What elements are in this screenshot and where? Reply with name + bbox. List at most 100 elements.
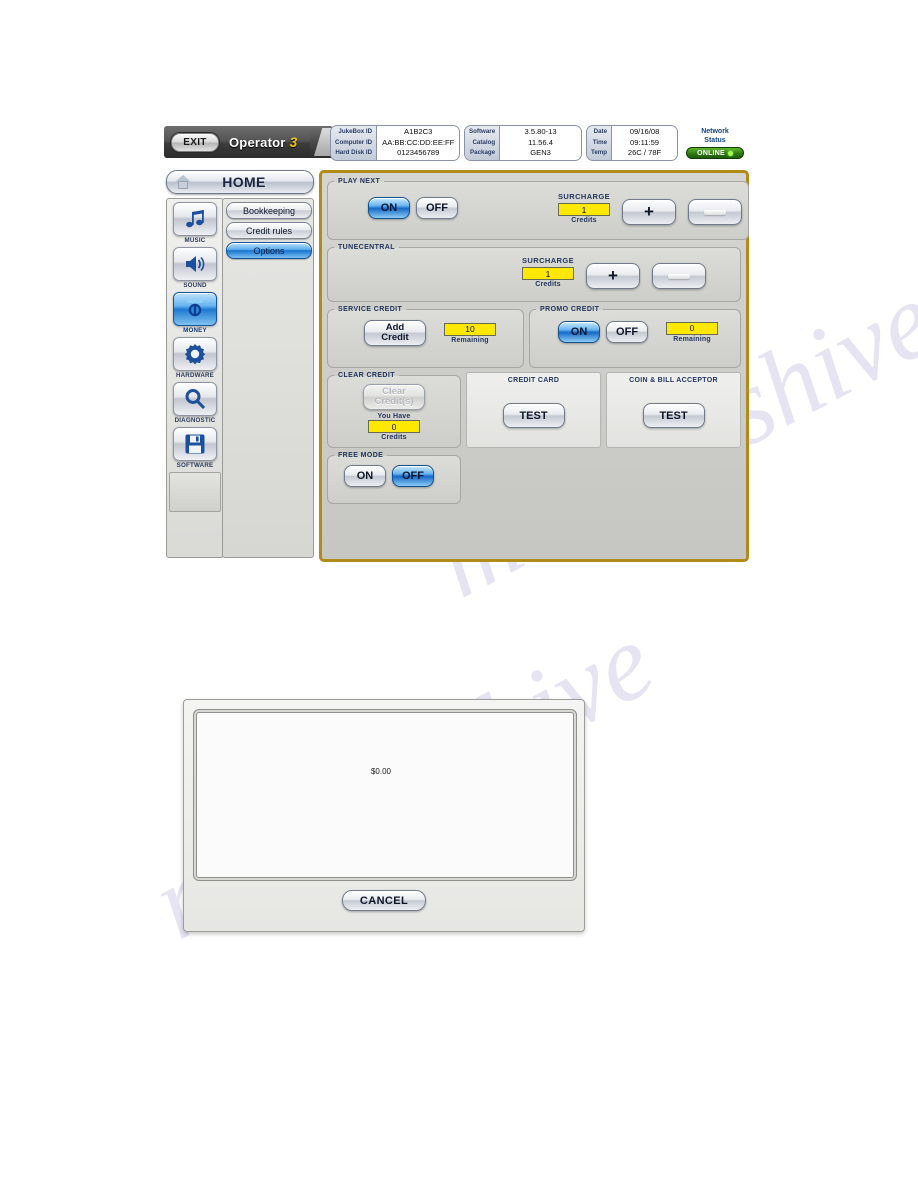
service-credit-title: SERVICE CREDIT bbox=[338, 306, 403, 313]
you-have-unit: Credits bbox=[381, 434, 407, 441]
you-have-value: 0 bbox=[368, 420, 420, 433]
promo-credit-unit: Remaining bbox=[673, 335, 711, 343]
coin-bill-test-button[interactable]: TEST bbox=[642, 403, 705, 428]
clear-credit-title: CLEAR CREDIT bbox=[338, 372, 395, 379]
sidebar-label-sound: SOUND bbox=[183, 282, 207, 289]
jukebox-id-key: JukeBox ID bbox=[338, 128, 373, 136]
network-status-label-1: Network bbox=[701, 128, 729, 135]
play-next-surcharge-field: SURCHARGE 1 Credits bbox=[558, 192, 610, 224]
add-credit-label-2: Credit bbox=[381, 332, 409, 343]
play-next-off-button[interactable]: OFF bbox=[416, 197, 458, 219]
coin-bill-group: COIN & BILL ACCEPTOR TEST bbox=[606, 372, 741, 448]
credit-row: SERVICE CREDIT Add Credit 10 Remaining P… bbox=[327, 306, 741, 368]
play-next-minus-button[interactable] bbox=[688, 199, 742, 225]
options-panel: PLAY NEXT ON OFF SURCHARGE 1 Credits + T… bbox=[319, 170, 749, 562]
sidebar-label-diagnostic: DIAGNOSTIC bbox=[174, 417, 216, 424]
exit-button[interactable]: EXIT bbox=[171, 132, 219, 152]
computer-id-key: Computer ID bbox=[335, 138, 373, 146]
service-credit-value: 10 bbox=[444, 322, 496, 336]
credit-card-group: CREDIT CARD TEST bbox=[466, 372, 601, 448]
software-key: Software bbox=[469, 128, 496, 136]
status-dot-icon bbox=[727, 150, 733, 156]
software-info-box: Software Catalog Package 3.5.80-13 11.56… bbox=[464, 125, 582, 161]
coin-bill-title: COIN & BILL ACCEPTOR bbox=[629, 377, 718, 384]
promo-credit-on-button[interactable]: ON bbox=[558, 321, 601, 343]
hard-disk-id-key: Hard Disk ID bbox=[335, 149, 373, 157]
play-next-title: PLAY NEXT bbox=[338, 178, 381, 185]
date-key: Date bbox=[593, 128, 608, 136]
datetime-values: 09/16/08 09:11:59 26C / 78F bbox=[612, 126, 677, 160]
tunecentral-minus-button[interactable] bbox=[652, 263, 706, 289]
sidebar-item-money[interactable]: MONEY bbox=[169, 292, 221, 334]
network-status-text: ONLINE bbox=[697, 149, 725, 157]
clear-credit-group: CLEAR CREDIT Clear Credit(s) You Have 0 … bbox=[327, 372, 461, 448]
software-value: 3.5.80-13 bbox=[524, 127, 557, 137]
free-mode-title: FREE MODE bbox=[338, 452, 384, 459]
you-have-label: You Have bbox=[377, 413, 411, 420]
promo-credit-group: PROMO CREDIT ON OFF 0 Remaining bbox=[529, 306, 741, 368]
music-note-icon bbox=[173, 202, 217, 236]
payment-dialog-footer: CANCEL bbox=[193, 890, 575, 911]
promo-credit-title: PROMO CREDIT bbox=[540, 306, 600, 313]
package-value: GEN3 bbox=[530, 148, 551, 158]
sidebar-label-money: MONEY bbox=[183, 327, 207, 334]
cancel-button[interactable]: CANCEL bbox=[342, 890, 426, 911]
temp-value: 26C / 78F bbox=[627, 148, 662, 158]
package-key: Package bbox=[470, 149, 496, 157]
software-values: 3.5.80-13 11.56.4 GEN3 bbox=[500, 126, 581, 160]
sidebar-item-diagnostic[interactable]: DIAGNOSTIC bbox=[169, 382, 221, 424]
clear-credits-button[interactable]: Clear Credit(s) bbox=[363, 384, 425, 410]
payment-amount: $0.00 bbox=[370, 766, 392, 776]
play-next-surcharge-title: SURCHARGE bbox=[558, 192, 610, 201]
clear-credits-label-2: Credit(s) bbox=[374, 396, 414, 407]
sidebar-item-music[interactable]: MUSIC bbox=[169, 202, 221, 244]
tunecentral-group: TUNECENTRAL SURCHARGE 1 Credits + bbox=[327, 244, 741, 302]
submenu-item-options[interactable]: Options bbox=[226, 242, 312, 259]
service-credit-unit: Remaining bbox=[451, 336, 489, 344]
sidebar-item-sound[interactable]: SOUND bbox=[169, 247, 221, 289]
operator-title: Operator bbox=[229, 134, 286, 150]
sidebar-item-hardware[interactable]: HARDWARE bbox=[169, 337, 221, 379]
header-left-block: EXIT Operator 3 bbox=[164, 126, 310, 158]
sidebar-item-software[interactable]: SOFTWARE bbox=[169, 427, 221, 469]
home-button-label: HOME bbox=[222, 174, 266, 190]
minus-icon bbox=[668, 273, 690, 279]
speaker-icon bbox=[173, 247, 217, 281]
tunecentral-title: TUNECENTRAL bbox=[338, 244, 395, 251]
home-button[interactable]: HOME bbox=[166, 170, 314, 194]
promo-credit-value: 0 bbox=[666, 321, 719, 335]
computer-id-value: AA:BB:CC:DD:EE:FF bbox=[382, 137, 455, 147]
date-value: 09/16/08 bbox=[629, 127, 660, 137]
sidebar-icon-rail: MUSIC SOUND MONEY HARDWARE DIAGNOSTIC SO… bbox=[166, 198, 224, 558]
tunecentral-surcharge-field: SURCHARGE 1 Credits bbox=[522, 256, 574, 288]
play-next-on-button[interactable]: ON bbox=[368, 197, 410, 219]
submenu-item-bookkeeping[interactable]: Bookkeeping bbox=[226, 202, 312, 219]
service-credit-group: SERVICE CREDIT Add Credit 10 Remaining bbox=[327, 306, 525, 368]
payment-dialog: $0.00 CANCEL bbox=[183, 699, 585, 932]
promo-credit-off-button[interactable]: OFF bbox=[606, 321, 649, 343]
play-next-plus-button[interactable]: + bbox=[622, 199, 676, 225]
gear-icon bbox=[173, 337, 217, 371]
operator-badge: 3 bbox=[289, 134, 298, 150]
free-mode-off-button[interactable]: OFF bbox=[392, 465, 434, 487]
floppy-disk-icon bbox=[173, 427, 217, 461]
sidebar-label-software: SOFTWARE bbox=[176, 462, 214, 469]
payment-dialog-screen: $0.00 bbox=[193, 709, 577, 881]
magnifier-icon bbox=[173, 382, 217, 416]
catalog-value: 11.56.4 bbox=[528, 137, 553, 147]
tunecentral-surcharge-value: 1 bbox=[522, 267, 574, 280]
sidebar-empty-slot bbox=[169, 472, 221, 512]
network-status: Network Status ONLINE bbox=[682, 125, 748, 161]
jukebox-id-values: A1B2C3 AA:BB:CC:DD:EE:FF 0123456789 bbox=[377, 126, 459, 160]
time-value: 09:11:59 bbox=[630, 137, 660, 147]
test-row: CLEAR CREDIT Clear Credit(s) You Have 0 … bbox=[327, 372, 741, 448]
free-mode-on-button[interactable]: ON bbox=[344, 465, 386, 487]
play-next-group: PLAY NEXT ON OFF SURCHARGE 1 Credits + bbox=[327, 178, 749, 240]
software-keys: Software Catalog Package bbox=[465, 126, 501, 160]
add-credit-button[interactable]: Add Credit bbox=[364, 320, 426, 346]
credit-card-test-button[interactable]: TEST bbox=[502, 403, 565, 428]
submenu-item-credit-rules[interactable]: Credit rules bbox=[226, 222, 312, 239]
tunecentral-plus-button[interactable]: + bbox=[586, 263, 640, 289]
service-credit-remaining-field: 10 Remaining bbox=[444, 322, 496, 344]
temp-key: Temp bbox=[591, 149, 608, 157]
